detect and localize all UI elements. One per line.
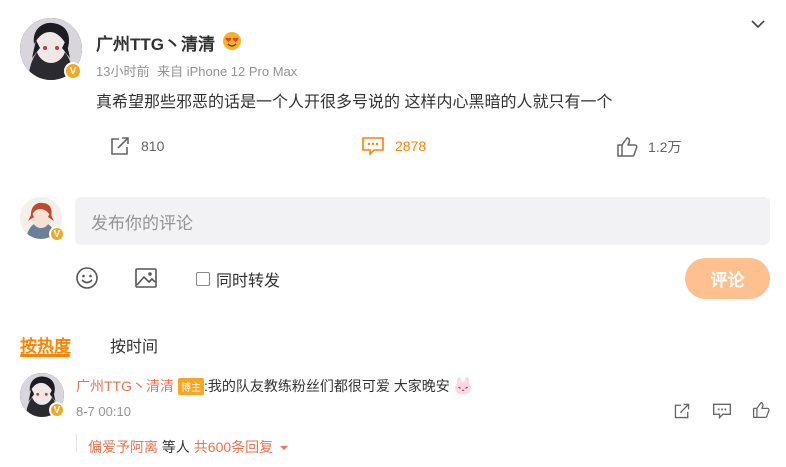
image-button[interactable] — [134, 266, 158, 290]
like-button[interactable]: 1.2万 — [616, 137, 681, 157]
expand-caret-icon — [279, 444, 289, 452]
sync-repost-checkbox[interactable] — [196, 272, 210, 286]
comment-verified-badge: V — [49, 402, 65, 418]
comment-text: :我的队友教练粉丝们都很可爱 大家晚安 — [204, 378, 450, 394]
comment-reply-button[interactable] — [712, 402, 732, 420]
emoji-button[interactable] — [75, 266, 99, 290]
reply-mid: 等人 — [161, 439, 190, 455]
sync-repost-option[interactable]: 同时转发 — [196, 267, 280, 291]
verified-badge: V — [64, 62, 82, 80]
post-text: 真希望那些邪恶的话是一个人开很多号说的 这样内心黑暗的人就只有一个 — [96, 94, 613, 111]
author-name[interactable]: 广州TTG丶清清 — [96, 30, 215, 55]
tab-sort-time[interactable]: 按时间 — [110, 333, 158, 357]
comment-button[interactable]: 2878 — [361, 136, 426, 156]
comment-icon — [362, 137, 384, 156]
post-meta: 13小时前 来自 iPhone 12 Pro Max — [96, 61, 297, 80]
comment-count: 2878 — [395, 138, 427, 154]
emoji-icon — [76, 267, 98, 289]
comment-input[interactable]: 发布你的评论 — [75, 197, 770, 245]
like-icon — [617, 137, 638, 157]
share-icon — [674, 403, 690, 419]
comment-body: 广州TTG丶清清 博主 :我的队友教练粉丝们都很可爱 大家晚安 — [76, 376, 473, 396]
comment-time: 8-7 00:10 — [76, 404, 131, 419]
like-icon — [753, 402, 770, 418]
reply-icon — [713, 403, 731, 420]
my-verified-badge: V — [49, 226, 65, 242]
repost-icon — [111, 137, 129, 155]
submit-comment-button[interactable]: 评论 — [685, 258, 770, 299]
like-count: 1.2万 — [648, 139, 682, 155]
chevron-down-icon — [751, 20, 765, 29]
repost-button[interactable]: 810 — [109, 136, 164, 156]
post-source: 来自 iPhone 12 Pro Max — [157, 64, 298, 79]
comment-share-button[interactable] — [673, 402, 691, 420]
reply-user[interactable]: 偏爱予阿离 — [88, 439, 158, 455]
reply-summary[interactable]: 偏爱予阿离 等人 共600条回复 — [88, 437, 289, 457]
author-role-badge: 博主 — [178, 377, 204, 395]
more-options-chevron[interactable] — [750, 16, 766, 32]
repost-count: 810 — [141, 138, 165, 154]
comment-input-placeholder: 发布你的评论 — [91, 213, 193, 233]
bunny-emoji-icon — [453, 376, 473, 396]
heart-eyes-emoji-icon — [222, 31, 242, 51]
sync-repost-label: 同时转发 — [216, 273, 281, 290]
comment-author-name[interactable]: 广州TTG丶清清 — [76, 376, 174, 396]
tab-active-indicator — [20, 354, 70, 357]
image-icon — [135, 268, 157, 288]
post-time[interactable]: 13小时前 — [96, 64, 149, 79]
reply-divider — [76, 434, 77, 452]
reply-count[interactable]: 共600条回复 — [194, 439, 273, 455]
comment-like-button[interactable] — [752, 401, 770, 419]
